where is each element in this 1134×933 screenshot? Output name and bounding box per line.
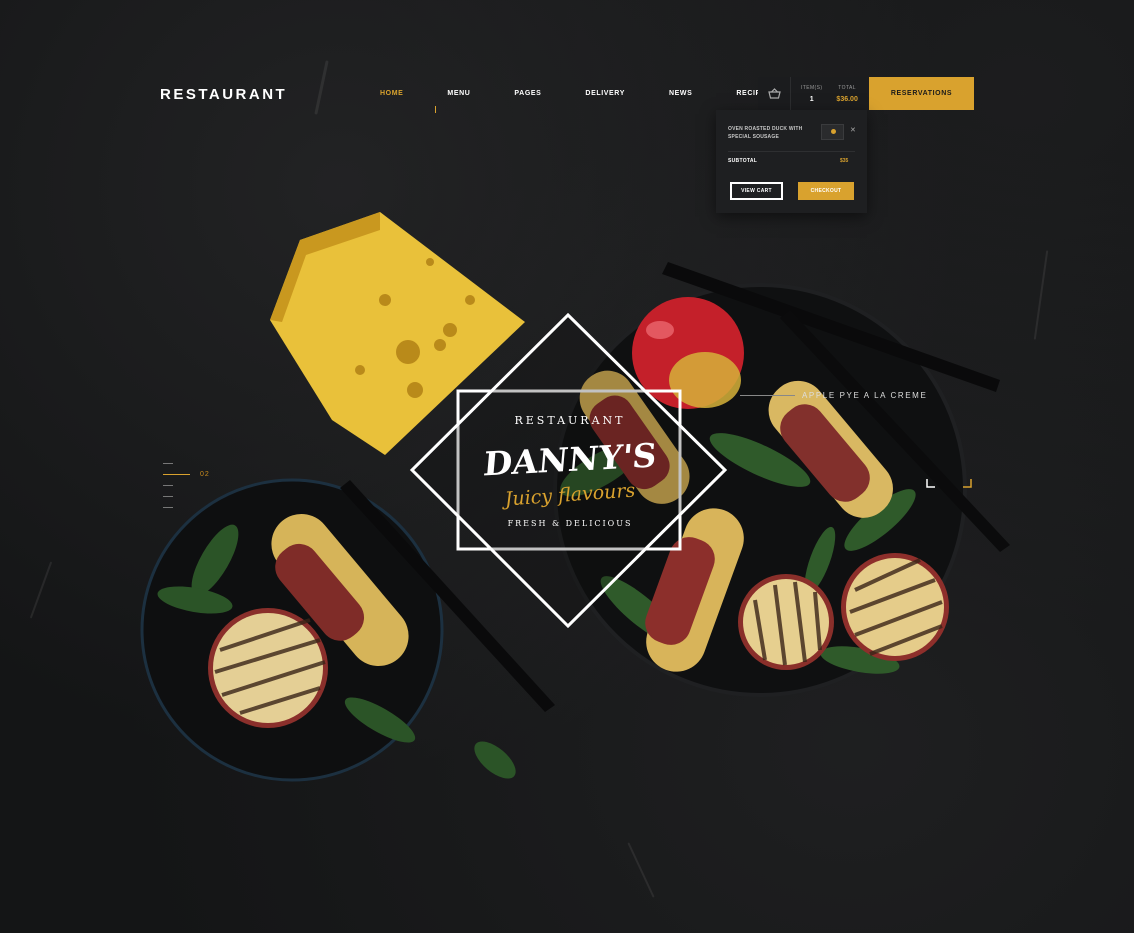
nav-item-pages[interactable]: PAGES bbox=[514, 90, 541, 97]
nav-item-home[interactable]: HOME bbox=[380, 90, 403, 97]
nav-active-indicator bbox=[435, 106, 436, 113]
slide-pagination[interactable] bbox=[163, 463, 190, 518]
cart-items-count: ITEM(S) 1 bbox=[801, 85, 822, 103]
nav-item-delivery[interactable]: DELIVERY bbox=[585, 90, 625, 97]
cart-total-label: TOTAL bbox=[838, 84, 856, 91]
corner-mark-right bbox=[963, 479, 972, 488]
close-icon[interactable]: ✕ bbox=[850, 126, 856, 134]
slide-caption: APPLE PYE A LA CREME bbox=[802, 391, 928, 400]
basket-icon[interactable] bbox=[758, 77, 790, 110]
cart-divider bbox=[790, 77, 791, 110]
caption-line bbox=[740, 395, 795, 396]
cart-summary[interactable]: ITEM(S) 1 TOTAL $36.00 bbox=[758, 77, 866, 110]
corner-mark-left bbox=[926, 479, 935, 488]
checkout-button[interactable]: CHECKOUT bbox=[798, 182, 854, 200]
nav-item-menu[interactable]: MENU bbox=[447, 90, 470, 97]
site-logo[interactable]: RESTAURANT bbox=[160, 86, 287, 103]
cart-item-thumbnail bbox=[821, 124, 844, 140]
dropdown-divider bbox=[728, 151, 855, 152]
subtotal-value: $35 bbox=[840, 158, 849, 164]
cart-item-name[interactable]: OVEN ROASTED DUCK WITH SPECIAL SOUSAGE bbox=[728, 125, 818, 141]
slide-dot[interactable] bbox=[163, 485, 173, 486]
cart-total-value: $36.00 bbox=[836, 95, 858, 103]
emblem-restaurant-text: RESTAURANT bbox=[514, 414, 626, 427]
subtotal-label: SUBTOTAL bbox=[728, 158, 758, 164]
slide-number: 02 bbox=[200, 471, 210, 478]
cart-total: TOTAL $36.00 bbox=[836, 85, 857, 103]
cart-items-value: 1 bbox=[809, 95, 814, 103]
cart-items-label: ITEM(S) bbox=[801, 84, 823, 91]
slide-dot-active[interactable] bbox=[163, 474, 190, 475]
reservations-button[interactable]: RESERVATIONS bbox=[869, 77, 974, 110]
main-nav: HOME MENU PAGES DELIVERY NEWS RECIPES bbox=[380, 90, 815, 97]
emblem-subtitle: FRESH & DELICIOUS bbox=[507, 519, 633, 528]
slide-dot[interactable] bbox=[163, 463, 173, 464]
view-cart-button[interactable]: VIEW CART bbox=[730, 182, 783, 200]
slide-dot[interactable] bbox=[163, 496, 173, 497]
nav-item-news[interactable]: NEWS bbox=[669, 90, 692, 97]
cart-dropdown: OVEN ROASTED DUCK WITH SPECIAL SOUSAGE ✕… bbox=[716, 110, 867, 213]
slide-dot[interactable] bbox=[163, 507, 173, 508]
